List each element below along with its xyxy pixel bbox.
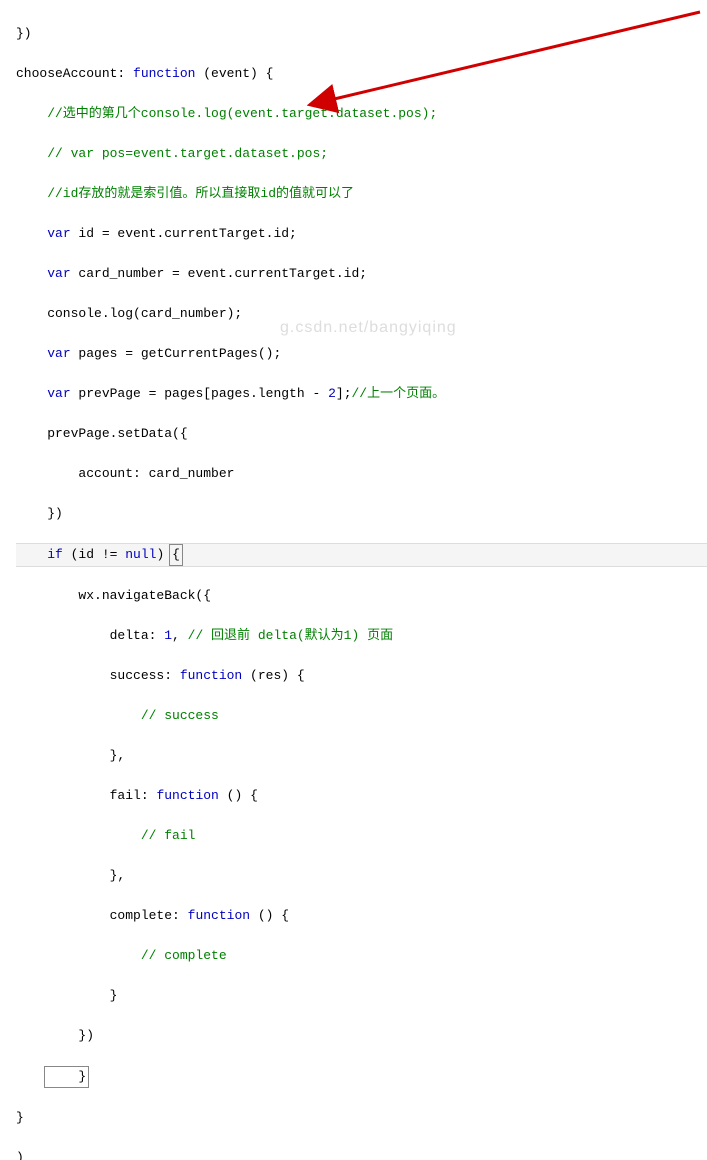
code-line: // complete [16, 946, 707, 966]
code-line: account: card_number [16, 464, 707, 484]
code-line: // fail [16, 826, 707, 846]
code-line: ) [16, 1148, 707, 1160]
code-line: var pages = getCurrentPages(); [16, 344, 707, 364]
code-line: //id存放的就是索引值。所以直接取id的值就可以了 [16, 184, 707, 204]
code-line: wx.navigateBack({ [16, 586, 707, 606]
code-line: prevPage.setData({ [16, 424, 707, 444]
code-line: } [16, 1066, 707, 1088]
code-line: delta: 1, // 回退前 delta(默认为1) 页面 [16, 626, 707, 646]
code-line: var prevPage = pages[pages.length - 2];/… [16, 384, 707, 404]
code-line: }) [16, 1026, 707, 1046]
code-line: chooseAccount: function (event) { [16, 64, 707, 84]
code-line: console.log(card_number); [16, 304, 707, 324]
code-line: success: function (res) { [16, 666, 707, 686]
code-line: }) [16, 504, 707, 524]
code-line: //选中的第几个console.log(event.target.dataset… [16, 104, 707, 124]
code-line: var id = event.currentTarget.id; [16, 224, 707, 244]
code-line: }, [16, 866, 707, 886]
code-line: // var pos=event.target.dataset.pos; [16, 144, 707, 164]
code-block: }) chooseAccount: function (event) { //选… [0, 0, 707, 1160]
code-line: fail: function () { [16, 786, 707, 806]
code-line: var card_number = event.currentTarget.id… [16, 264, 707, 284]
code-line-highlight: if (id != null) { [16, 543, 707, 567]
brace-box: } [44, 1066, 89, 1088]
code-line: }, [16, 746, 707, 766]
code-line: complete: function () { [16, 906, 707, 926]
code-line: // success [16, 706, 707, 726]
code-line: } [16, 1108, 707, 1128]
brace-box: { [169, 544, 183, 566]
code-line: }) [16, 24, 707, 44]
code-line: } [16, 986, 707, 1006]
